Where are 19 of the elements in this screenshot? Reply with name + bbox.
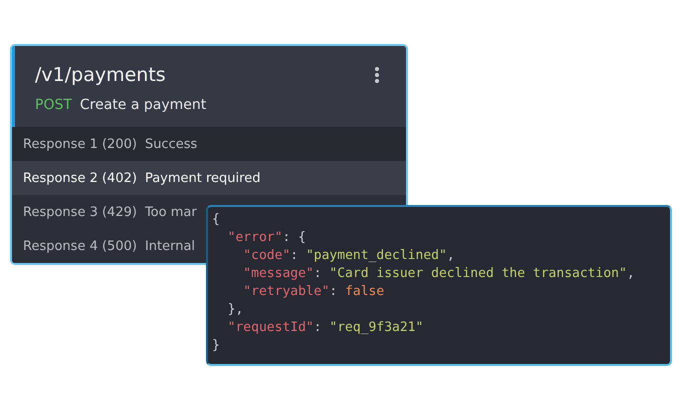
code-line: "error": { [226,229,307,247]
code-line: "message": "Card issuer declined the transaction", [242,265,636,283]
endpoint-path: /v1/payments [35,64,166,86]
response-label: Response 2 (402) [23,170,137,186]
code-line: }, [226,301,244,319]
code-line: "retryable": false [242,283,386,301]
code-line: "requestId": "req_9f3a21" [226,319,424,337]
response-label: Response 4 (500) [23,238,137,254]
response-label: Response 1 (200) [23,136,137,152]
code-line: { [212,211,221,229]
response-description: Too mar [144,204,197,220]
code-line: "code": "payment_declined", [242,247,456,265]
response-description: Success [144,136,198,152]
http-method: POST [35,97,72,113]
response-description: Internal [144,238,196,254]
code-line: } [212,337,221,355]
response-description: Payment required [144,170,260,186]
endpoint-summary: Create a payment [80,97,206,113]
response-label: Response 3 (429) [23,204,137,220]
